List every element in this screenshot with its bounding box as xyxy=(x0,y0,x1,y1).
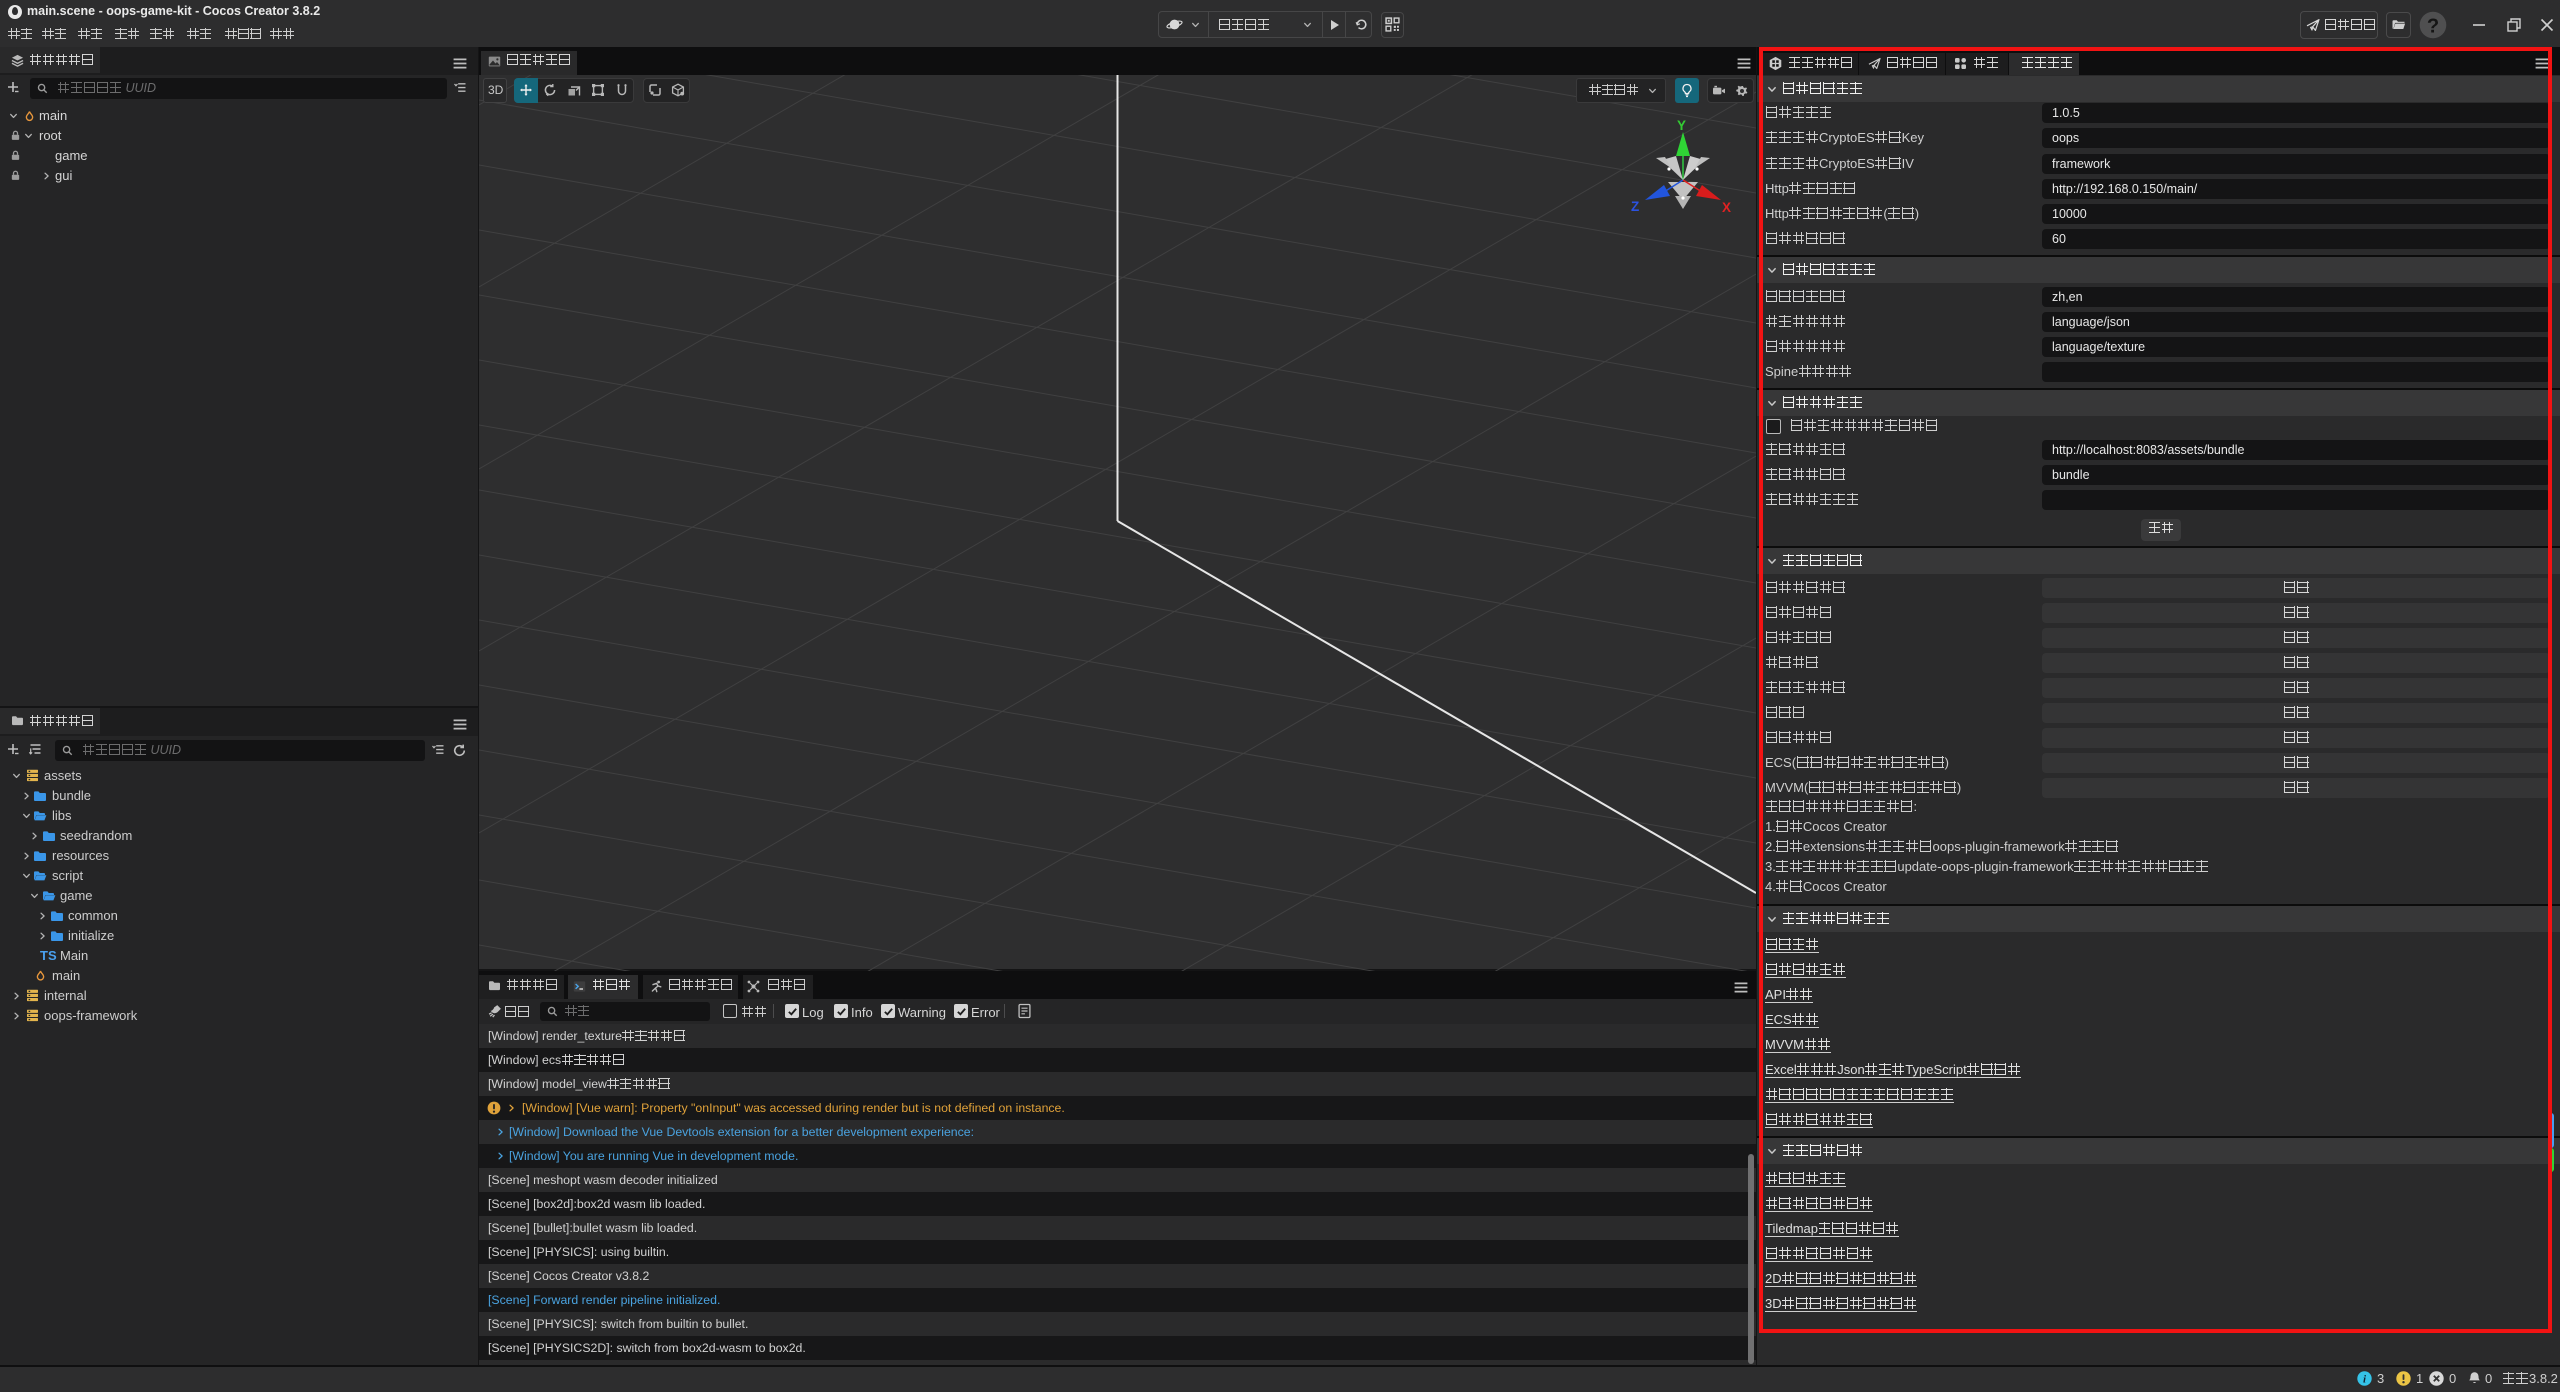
svg-text:Y: Y xyxy=(1677,118,1686,133)
svg-text:X: X xyxy=(1722,200,1731,215)
svg-text:Z: Z xyxy=(1631,199,1639,214)
